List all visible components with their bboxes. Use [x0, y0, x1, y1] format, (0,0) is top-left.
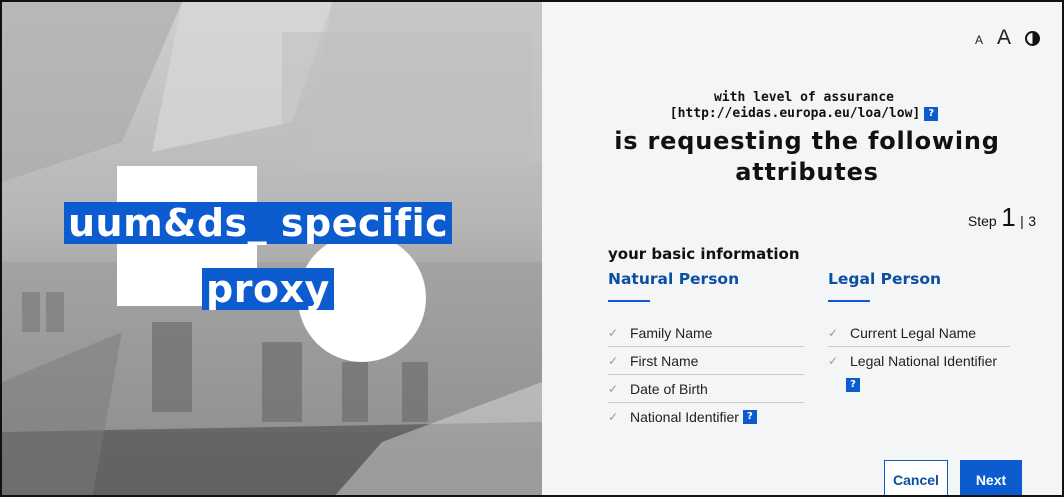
- page-title-line2: attributes: [735, 158, 879, 186]
- loa-help-icon[interactable]: ?: [924, 106, 939, 121]
- check-icon: ✓: [828, 354, 839, 368]
- legal-attr-legal-national-identifier: ✓ Legal National Identifier: [828, 347, 1018, 375]
- next-button[interactable]: Next: [960, 460, 1022, 495]
- eidas-consent-page: uum&ds_ specific proxy A A with level of…: [0, 0, 1064, 497]
- brand-title-line1: uum&ds_ specific: [64, 202, 453, 244]
- step-indicator: Step 1 | 3: [968, 202, 1036, 233]
- national-identifier-help-icon[interactable]: ?: [742, 410, 757, 424]
- legal-identifier-help-icon[interactable]: ?: [846, 378, 860, 392]
- attr-label: Family Name: [630, 324, 713, 341]
- check-icon: ✓: [828, 325, 839, 340]
- consent-panel: A A with level of assurance [http://eida…: [542, 2, 1062, 495]
- accessibility-toolbar: A A: [975, 26, 1040, 50]
- check-icon: ✓: [608, 353, 619, 368]
- natural-person-underline: [608, 300, 650, 302]
- section-title: your basic information: [608, 245, 800, 263]
- legal-attr-current-legal-name: ✓ Current Legal Name: [828, 319, 1010, 347]
- natural-attr-national-identifier: ✓ National Identifier ?: [608, 403, 804, 431]
- attr-label: Legal National Identifier: [850, 353, 998, 369]
- cancel-button[interactable]: Cancel: [884, 460, 948, 495]
- check-icon: ✓: [608, 325, 619, 340]
- attr-label: First Name: [630, 352, 699, 369]
- natural-person-title: Natural Person: [608, 270, 740, 288]
- page-title: is requesting the following attributes: [592, 126, 1022, 188]
- step-current: 1: [1001, 202, 1016, 232]
- natural-attr-date-of-birth: ✓ Date of Birth: [608, 375, 804, 403]
- loa-label: with level of assurance: [713, 90, 894, 105]
- page-title-line1: is requesting the following: [614, 127, 1000, 155]
- decrease-font-button[interactable]: A: [975, 33, 983, 47]
- attr-label: National Identifier: [630, 409, 739, 425]
- increase-font-button[interactable]: A: [997, 26, 1011, 50]
- natural-attr-first-name: ✓ First Name: [608, 347, 804, 375]
- hero-panel: uum&ds_ specific proxy: [2, 2, 542, 495]
- loa-uri: [http://eidas.europa.eu/loa/low]: [669, 106, 921, 121]
- legal-person-title: Legal Person: [828, 270, 942, 288]
- loa-value: [http://eidas.europa.eu/loa/low]?: [542, 106, 1062, 121]
- step-separator: |: [1020, 213, 1024, 229]
- brand-title-line2: proxy: [202, 268, 334, 310]
- step-label: Step: [967, 213, 997, 229]
- legal-person-underline: [828, 300, 870, 302]
- contrast-icon[interactable]: [1025, 30, 1040, 46]
- step-total: 3: [1028, 213, 1036, 229]
- check-icon: ✓: [608, 410, 619, 424]
- check-icon: ✓: [608, 381, 619, 396]
- attr-label: Date of Birth: [630, 380, 708, 397]
- natural-attr-family-name: ✓ Family Name: [608, 319, 804, 347]
- attr-label: Current Legal Name: [850, 324, 977, 341]
- fortress-background-image: [2, 2, 542, 495]
